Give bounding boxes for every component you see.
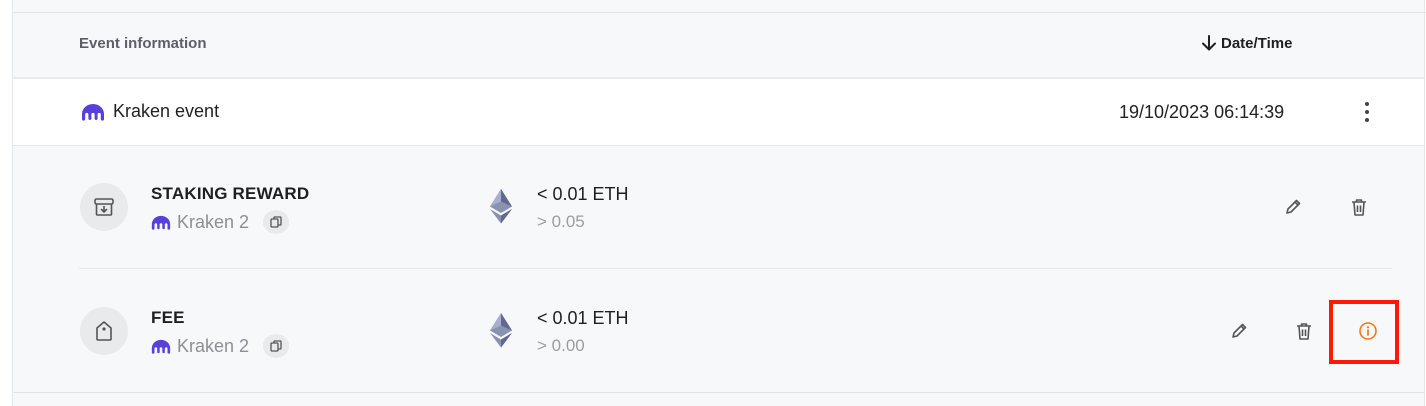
event-entry-fee: FEE Kraken 2 < 0.01 ETH > 0.00 xyxy=(13,270,1424,393)
more-options-kebab-icon[interactable] xyxy=(1357,99,1377,125)
delete-trash-icon[interactable] xyxy=(1288,315,1320,347)
event-table: Event information Date/Time Kraken event… xyxy=(12,0,1426,406)
edit-pencil-icon[interactable] xyxy=(1223,315,1255,347)
column-header-date-time[interactable]: Date/Time xyxy=(1201,34,1292,52)
highlight-box xyxy=(1329,300,1399,364)
copy-icon[interactable] xyxy=(263,334,290,358)
table-header: Event information Date/Time xyxy=(13,13,1424,79)
event-datetime: 19/10/2023 06:14:39 xyxy=(1119,102,1285,122)
entry-type: STAKING REWARD xyxy=(151,184,310,203)
tag-icon xyxy=(80,307,128,355)
kraken-logo-icon xyxy=(82,103,104,121)
entry-type: FEE xyxy=(151,308,185,327)
entry-value: > 0.00 xyxy=(537,336,585,355)
entry-location: Kraken 2 xyxy=(177,211,250,232)
copy-icon[interactable] xyxy=(263,210,290,234)
delete-trash-icon[interactable] xyxy=(1343,191,1375,223)
archive-download-icon xyxy=(80,183,128,231)
kraken-logo-icon xyxy=(151,215,171,230)
column-header-event-information: Event information xyxy=(79,35,207,52)
kraken-logo-icon xyxy=(151,339,171,354)
event-entry-staking-reward: STAKING REWARD Kraken 2 < 0.01 ETH > 0.0… xyxy=(13,146,1424,269)
ethereum-icon xyxy=(490,189,512,224)
entry-amount: < 0.01 ETH xyxy=(537,308,629,328)
entry-location: Kraken 2 xyxy=(177,335,250,356)
event-group-row: Kraken event 19/10/2023 06:14:39 xyxy=(13,79,1424,146)
bottom-divider xyxy=(13,392,1424,393)
sort-arrow-down-icon xyxy=(1202,35,1216,51)
entry-divider xyxy=(79,268,1392,269)
ethereum-icon xyxy=(490,313,512,348)
date-time-label: Date/Time xyxy=(1221,34,1293,52)
entry-value: > 0.05 xyxy=(537,212,585,231)
event-name: Kraken event xyxy=(113,101,220,121)
entry-amount: < 0.01 ETH xyxy=(537,184,629,204)
edit-pencil-icon[interactable] xyxy=(1277,191,1309,223)
